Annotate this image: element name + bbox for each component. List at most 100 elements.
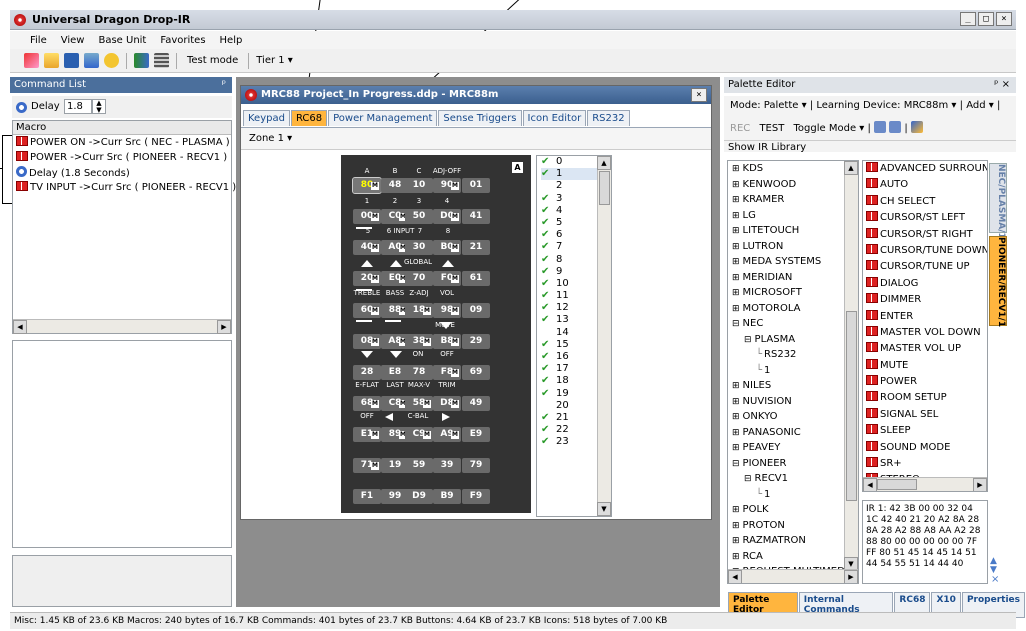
palette-command[interactable]: DIALOG (866, 276, 987, 292)
tree-node[interactable]: ⊞ NILES (732, 378, 858, 394)
palette-command[interactable]: CH SELECT (866, 194, 987, 210)
rec-button[interactable]: REC (730, 123, 750, 134)
tab-keypad[interactable]: Keypad (243, 110, 290, 126)
palette-command[interactable]: MASTER VOL UP (866, 341, 987, 357)
transfer-icon[interactable] (134, 53, 149, 68)
help-icon[interactable] (104, 53, 119, 68)
keypad-button[interactable]: 21 (462, 240, 490, 255)
expand-icon[interactable]: ⊞ (732, 412, 740, 422)
macro-item[interactable]: Delay (1.8 Seconds) (13, 165, 231, 180)
palette-command[interactable]: SIGNAL SEL (866, 407, 987, 423)
expand-icon[interactable]: ⊞ (732, 552, 740, 562)
keypad-button[interactable]: 70 (405, 271, 433, 286)
expand-icon[interactable]: ⊞ (732, 505, 740, 515)
delay-input[interactable]: 1.8 (64, 99, 92, 114)
keypad-button[interactable]: 39 (433, 458, 461, 473)
save-icon[interactable] (64, 53, 79, 68)
expand-icon[interactable]: ⊞ (732, 164, 740, 174)
keypad-button[interactable]: 59 (405, 458, 433, 473)
keypad-button[interactable]: 50 (405, 209, 433, 224)
test-button[interactable]: TEST (759, 123, 784, 134)
new-project-icon[interactable] (24, 53, 39, 68)
page-list-scrollbar[interactable]: ▲ ▼ (597, 156, 611, 516)
macro-hscroll[interactable]: ◀ ▶ (13, 319, 231, 334)
show-library-label[interactable]: Show IR Library (724, 140, 1016, 153)
tree-node[interactable]: ⊞ POLK (732, 502, 858, 518)
expand-icon[interactable]: ⊞ (732, 304, 740, 314)
tree-node[interactable]: ⊞ PROTON (732, 518, 858, 534)
keypad-button[interactable]: 10 (405, 178, 433, 193)
tree-node[interactable]: ⊞ RAZMATRON (732, 533, 858, 549)
vtab-pioneer-recv1[interactable]: PIONEER/RECV1/1 (989, 236, 1007, 327)
keypad-button[interactable]: E9 (462, 427, 490, 442)
edit-pen-icon[interactable] (910, 121, 923, 133)
sort-alt-icon[interactable] (889, 121, 902, 133)
expand-icon[interactable]: ⊞ (732, 521, 740, 531)
keypad-button[interactable]: 41 (462, 209, 490, 224)
tree-scrollbar[interactable]: ▲ ▼ (844, 161, 858, 571)
expand-icon[interactable]: ⊞ (732, 257, 740, 267)
learning-device-dropdown[interactable]: Learning Device: MRC88m ▾ (816, 100, 956, 111)
collapse-icon[interactable]: ⊟ (744, 474, 752, 484)
keypad-button[interactable]: 01 (462, 178, 490, 193)
collapse-icon[interactable]: ⊟ (744, 335, 752, 345)
menu-file[interactable]: File (30, 35, 47, 46)
tree-node[interactable]: ⊞ KDS (732, 161, 858, 177)
menu-favorites[interactable]: Favorites (160, 35, 205, 46)
tree-node[interactable]: ⊞ NUVISION (732, 394, 858, 410)
vtab-nec-plasma[interactable]: NEC/PLASMA/1 (989, 163, 1007, 239)
delay-spinner[interactable]: ▲ ▼ (92, 99, 106, 114)
keypad-button[interactable]: 79 (462, 458, 490, 473)
tree-node[interactable]: ⊞ MERIDIAN (732, 270, 858, 286)
expand-icon[interactable]: ⊞ (732, 195, 740, 205)
tab-power-management[interactable]: Power Management (328, 110, 438, 126)
upload-icon[interactable] (84, 53, 99, 68)
grid-icon[interactable] (154, 53, 169, 68)
sort-icon[interactable] (874, 121, 887, 133)
collapse-icon[interactable]: ⊟ (732, 459, 740, 469)
expand-icon[interactable]: ⊞ (732, 211, 740, 221)
pin-icon[interactable]: ᵖ (222, 79, 226, 90)
keypad-button[interactable]: 69 (462, 365, 490, 380)
tree-node[interactable]: ⊞ RCA (732, 549, 858, 565)
keypad-button[interactable]: 61 (462, 271, 490, 286)
add-dropdown[interactable]: Add ▾ (966, 100, 994, 111)
tree-node[interactable]: └ RS232 (732, 347, 858, 363)
keypad-button[interactable]: 28 (353, 365, 381, 380)
keypad-button[interactable]: F1 (353, 489, 381, 504)
tab-rs232[interactable]: RS232 (587, 110, 630, 126)
tree-node[interactable]: ⊞ MICROSOFT (732, 285, 858, 301)
palette-command[interactable]: AUTO (866, 177, 987, 193)
expand-icon[interactable]: ⊞ (732, 536, 740, 546)
menu-view[interactable]: View (61, 35, 85, 46)
tab-icon-editor[interactable]: Icon Editor (522, 110, 587, 126)
ir-clear-icon[interactable]: × (991, 574, 999, 585)
expand-icon[interactable]: ⊞ (732, 242, 740, 252)
tree-node[interactable]: └ 1 (732, 363, 858, 379)
toggle-mode-dropdown[interactable]: Toggle Mode ▾ (794, 123, 865, 134)
tree-node[interactable]: ⊞ MOTOROLA (732, 301, 858, 317)
tab-sense-triggers[interactable]: Sense Triggers (438, 110, 522, 126)
palette-command[interactable]: ROOM SETUP (866, 390, 987, 406)
palette-command[interactable]: SOUND MODE (866, 440, 987, 456)
tree-node[interactable]: ⊞ KENWOOD (732, 177, 858, 193)
commands-hscroll[interactable]: ◀ ▶ (863, 477, 987, 491)
tree-node[interactable]: ⊞ ONKYO (732, 409, 858, 425)
tree-node[interactable]: ⊟ PIONEER (732, 456, 858, 472)
close-button[interactable]: × (996, 12, 1012, 26)
tier-dropdown[interactable]: Tier 1 ▾ (256, 55, 293, 66)
tree-node[interactable]: ⊞ LITETOUCH (732, 223, 858, 239)
tree-hscroll[interactable]: ◀ ▶ (728, 569, 858, 583)
tree-node[interactable]: ⊟ NEC (732, 316, 858, 332)
keypad-button[interactable]: 30 (405, 240, 433, 255)
keypad-button[interactable]: 09 (462, 303, 490, 318)
palette-command[interactable]: CURSOR/ST LEFT (866, 210, 987, 226)
expand-icon[interactable]: ⊞ (732, 428, 740, 438)
expand-icon[interactable]: ⊞ (732, 397, 740, 407)
palette-command[interactable]: CURSOR/TUNE DOWN (866, 243, 987, 259)
tree-node[interactable]: ⊟ PLASMA (732, 332, 858, 348)
tree-node[interactable]: ⊞ PEAVEY (732, 440, 858, 456)
mode-dropdown[interactable]: Mode: Palette ▾ (730, 100, 807, 111)
macro-item[interactable]: TV INPUT ->Curr Src ( PIONEER - RECV1 ) (13, 180, 236, 195)
palette-command[interactable]: ENTER (866, 309, 987, 325)
